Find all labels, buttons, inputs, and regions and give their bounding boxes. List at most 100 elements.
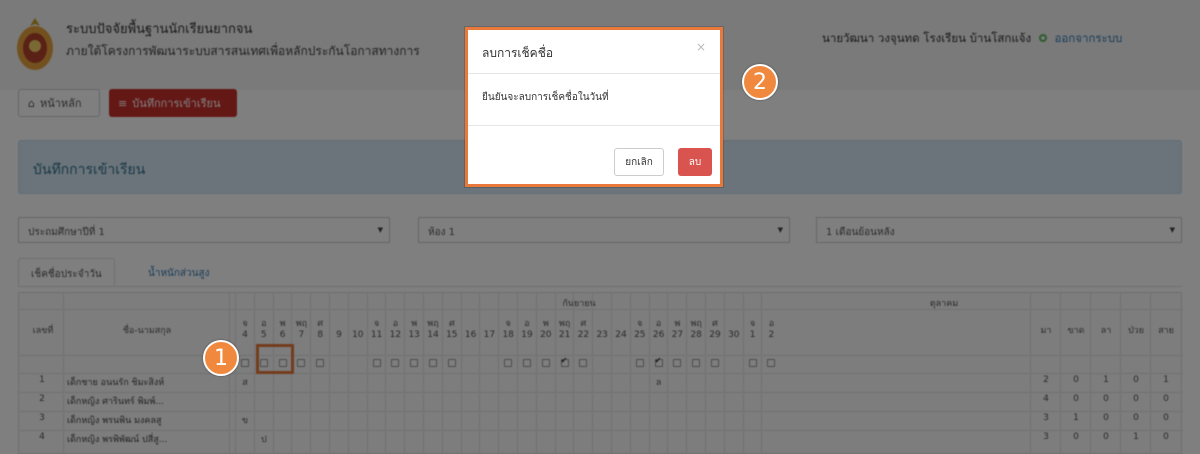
day-checkbox[interactable] <box>673 359 682 367</box>
weekday-label: ศ <box>317 319 324 329</box>
day-label: 13 <box>408 330 420 340</box>
row-divider <box>19 392 1183 393</box>
weekday-label: อ <box>655 319 662 329</box>
summary-value: 3 <box>1043 413 1049 423</box>
summary-header: ลา <box>1100 326 1112 336</box>
grade-select[interactable]: ประถมศึกษาปีที่ 1 ▼ <box>18 217 390 243</box>
weekday-label: จ <box>749 319 756 329</box>
day-checkbox[interactable] <box>391 359 400 367</box>
caret-down-icon: ▼ <box>777 226 783 234</box>
summary-header: ขาด <box>1067 326 1085 336</box>
day-checkbox[interactable] <box>447 359 456 367</box>
day-label: 29 <box>709 330 721 340</box>
student-name: เด็กหญิง ศารินทร์ พิมพ์... <box>67 397 164 407</box>
user-name: นายวัฒนา วงจุนทด <box>822 31 920 45</box>
day-label: 19 <box>521 330 533 340</box>
weekday-label: จ <box>373 319 380 329</box>
day-label: 12 <box>389 330 402 340</box>
summary-value: 0 <box>1073 375 1079 385</box>
day-checkbox[interactable] <box>297 359 306 367</box>
day-checkbox[interactable] <box>410 359 419 367</box>
row-number: 2 <box>39 394 45 404</box>
day-label: 8 <box>317 330 324 340</box>
highlight-checkbox-box <box>256 344 294 374</box>
student-name: เด็กชาย อนนรัก ชิมะสิงห์ <box>67 378 165 388</box>
row-divider <box>19 411 1183 412</box>
system-subtitle: ภายใต้โครงการพัฒนาระบบสารสนเทศเพื่อหลักป… <box>66 44 420 58</box>
day-label: 24 <box>615 330 627 340</box>
row-number: 3 <box>39 413 45 423</box>
room-select[interactable]: ห้อง 1 ▼ <box>418 217 790 243</box>
period-select[interactable]: 1 เดือนย้อนหลัง ▼ <box>816 217 1182 243</box>
weekday-label: อ <box>524 319 530 329</box>
student-name: เด็กหญิง พรนพิน มงคลสู <box>67 416 162 426</box>
weekday-label: ศ <box>712 319 718 329</box>
weekday-label: อ <box>261 319 267 329</box>
attendance-mark: ป <box>260 435 267 445</box>
day-checkbox[interactable] <box>541 359 550 367</box>
summary-value: 2 <box>1043 375 1049 385</box>
panel-title: บันทึกการเข้าเรียน <box>33 162 146 178</box>
summary-value: 0 <box>1103 432 1109 442</box>
day-checkbox[interactable] <box>767 359 776 367</box>
cancel-button[interactable]: ยกเลิก <box>614 148 664 176</box>
day-checkbox[interactable] <box>241 359 249 367</box>
row-divider <box>19 430 1183 431</box>
tab-daily-attendance[interactable]: เช็คชื่อประจำวัน <box>18 258 115 286</box>
attendance-mark: ส <box>242 378 248 388</box>
day-label: 28 <box>690 330 702 340</box>
summary-value: 1 <box>1163 375 1169 385</box>
nav-attendance-button[interactable]: ≡ บันทึกการเข้าเรียน <box>109 89 237 117</box>
weekday-label: จ <box>637 319 643 329</box>
day-checkbox[interactable] <box>654 356 663 367</box>
day-label: 2 <box>768 330 775 340</box>
logout-link[interactable]: ออกจากระบบ <box>1054 31 1122 45</box>
row-number: 4 <box>39 432 45 442</box>
column-header-name: ชื่อ-นามสกุล <box>122 326 172 336</box>
summary-value: 0 <box>1103 413 1109 423</box>
day-checkbox[interactable] <box>635 359 644 367</box>
day-label: 25 <box>634 330 646 340</box>
dialog-header: ลบการเช็คชื่อ × <box>468 30 720 74</box>
tab-weight-height[interactable]: น้ำหนักส่วนสูง <box>136 258 221 286</box>
day-checkbox[interactable] <box>429 359 437 367</box>
list-icon: ≡ <box>118 96 128 110</box>
day-checkbox[interactable] <box>579 359 588 367</box>
summary-value: 1 <box>1133 432 1139 442</box>
weekday-label: อ <box>392 319 399 329</box>
weekday-label: อ <box>768 319 775 329</box>
day-checkbox[interactable] <box>711 359 719 367</box>
day-label: 20 <box>540 330 552 340</box>
day-checkbox[interactable] <box>316 359 325 367</box>
day-checkbox[interactable] <box>560 356 569 367</box>
delete-attendance-dialog: ลบการเช็คชื่อ × ยืนยันจะลบการเช็คชื่อในว… <box>465 27 723 187</box>
dialog-title: ลบการเช็คชื่อ <box>482 46 554 60</box>
period-select-value: 1 เดือนย้อนหลัง <box>826 227 895 238</box>
weekday-label: พ <box>279 319 286 329</box>
row-number: 1 <box>39 375 45 385</box>
weekday-label: พ <box>674 319 681 329</box>
day-label: 26 <box>652 330 665 340</box>
day-label: 30 <box>728 330 740 340</box>
day-checkbox[interactable] <box>504 359 513 367</box>
row-divider <box>19 355 1183 356</box>
day-checkbox[interactable] <box>372 359 381 367</box>
summary-value: 0 <box>1103 394 1109 404</box>
day-checkbox[interactable] <box>523 359 531 367</box>
day-label: 7 <box>298 330 305 340</box>
summary-value: 0 <box>1133 413 1139 423</box>
weekday-label: ศ <box>448 319 455 329</box>
day-checkbox[interactable] <box>748 359 757 367</box>
summary-value: 1 <box>1073 413 1079 423</box>
close-icon[interactable]: × <box>696 40 706 54</box>
system-title: ระบบปัจจัยพื้นฐานนักเรียนยากจน <box>66 22 253 37</box>
delete-button[interactable]: ลบ <box>678 148 712 176</box>
summary-header: ป่วย <box>1127 326 1145 336</box>
weekday-label: จ <box>505 319 511 329</box>
summary-value: 0 <box>1133 394 1139 404</box>
weekday-label: พ <box>542 319 549 329</box>
nav-home-button[interactable]: ⌂ หน้าหลัก <box>18 89 100 117</box>
day-checkbox[interactable] <box>692 359 701 367</box>
column-header-no: เลขที่ <box>32 326 54 336</box>
room-select-value: ห้อง 1 <box>428 227 456 238</box>
